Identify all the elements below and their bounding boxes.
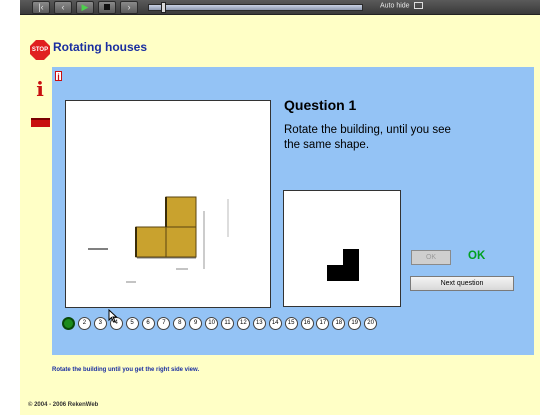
small-info-icon[interactable]: i — [55, 71, 62, 82]
building-drawing — [88, 196, 229, 283]
target-view — [283, 190, 401, 307]
instruction-text: Rotate the building until you get the ri… — [52, 367, 200, 373]
back-button[interactable]: ‹ — [54, 1, 72, 14]
copyright-text: © 2004 - 2006 RekenWeb — [28, 402, 99, 408]
question-number-11[interactable]: 11 — [221, 317, 234, 330]
rewind-start-button[interactable]: |‹ — [32, 1, 50, 14]
house-block — [135, 196, 197, 259]
next-question-button[interactable]: Next question — [410, 276, 514, 291]
question-number-6[interactable]: 6 — [141, 317, 155, 330]
question-number-7[interactable]: 7 — [157, 317, 171, 330]
progress-slider[interactable] — [148, 2, 363, 13]
player-toolbar: |‹ ‹ ▶ › Auto hide — [20, 0, 540, 15]
play-button[interactable]: ▶ — [76, 1, 94, 14]
question-number-2[interactable]: 2 — [77, 317, 91, 330]
question-number-20[interactable]: 20 — [364, 317, 378, 330]
question-number-5[interactable]: 5 — [125, 317, 139, 330]
question-number-16[interactable]: 16 — [300, 317, 314, 330]
autohide-checkbox[interactable] — [413, 2, 423, 9]
question-number-10[interactable]: 10 — [205, 317, 219, 330]
autohide-label: Auto hide — [380, 2, 410, 10]
question-number-14[interactable]: 14 — [268, 317, 282, 330]
building-view[interactable] — [65, 100, 271, 308]
question-text: Rotate the building, until you see the s… — [284, 124, 451, 151]
question-title: Question 1 — [284, 97, 357, 113]
question-number-9[interactable]: 9 — [189, 317, 203, 330]
stop-square-icon — [104, 4, 110, 10]
target-shape — [327, 249, 359, 281]
ok-button[interactable]: OK — [411, 250, 451, 265]
stop-icon[interactable]: STOP — [30, 40, 50, 60]
question-number-17[interactable]: 17 — [316, 317, 330, 330]
question-number-1[interactable] — [62, 317, 75, 330]
question-number-15[interactable]: 15 — [284, 317, 298, 330]
info-icon[interactable]: i — [34, 78, 46, 100]
exercise-panel: i Question 1 Rotate the building, until … — [52, 67, 534, 355]
question-number-8[interactable]: 8 — [173, 317, 187, 330]
question-number-3[interactable]: 3 — [93, 317, 107, 330]
autohide-toggle[interactable]: Auto hide — [380, 2, 423, 9]
toolbar-bar-icon[interactable] — [31, 118, 50, 127]
progress-thumb[interactable] — [161, 2, 166, 13]
page-title: Rotating houses — [53, 40, 148, 54]
ok-status: OK — [468, 250, 486, 262]
forward-button[interactable]: › — [120, 1, 138, 14]
question-number-13[interactable]: 13 — [252, 317, 266, 330]
question-number-12[interactable]: 12 — [236, 317, 250, 330]
stop-button[interactable] — [98, 1, 116, 14]
page: STOP Rotating houses i i Question 1 Rota… — [20, 15, 540, 415]
mouse-cursor-icon — [108, 309, 118, 323]
question-number-19[interactable]: 19 — [348, 317, 362, 330]
question-number-18[interactable]: 18 — [332, 317, 346, 330]
